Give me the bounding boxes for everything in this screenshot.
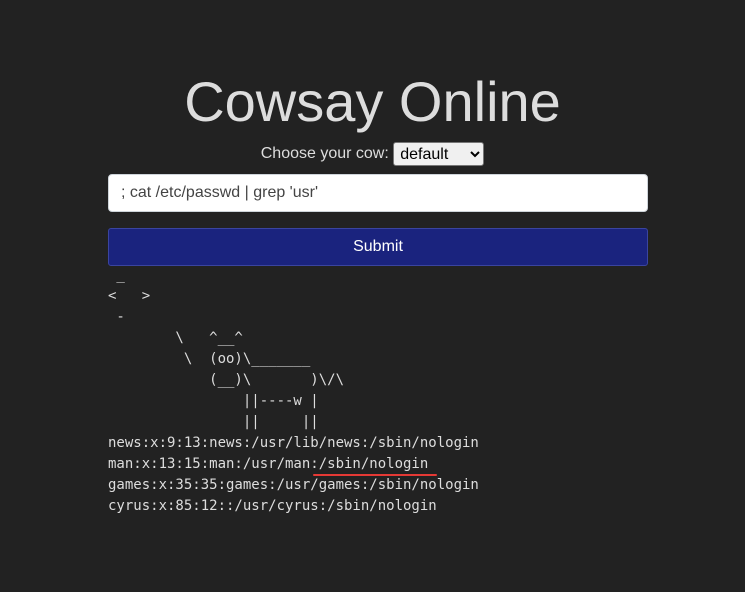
cow-chooser: Choose your cow: default [0,142,745,166]
page: Cowsay Online Choose your cow: default S… [0,0,745,592]
cowsay-output: _ < > - \ ^__^ \ (oo)\_______ (__)\ )\/\… [108,267,479,514]
command-input[interactable] [108,174,648,212]
page-title: Cowsay Online [184,70,561,133]
submit-button[interactable]: Submit [108,228,648,266]
red-underline-annotation [313,474,437,476]
cow-select[interactable]: default [393,142,485,166]
cow-label: Choose your cow: [260,145,389,163]
